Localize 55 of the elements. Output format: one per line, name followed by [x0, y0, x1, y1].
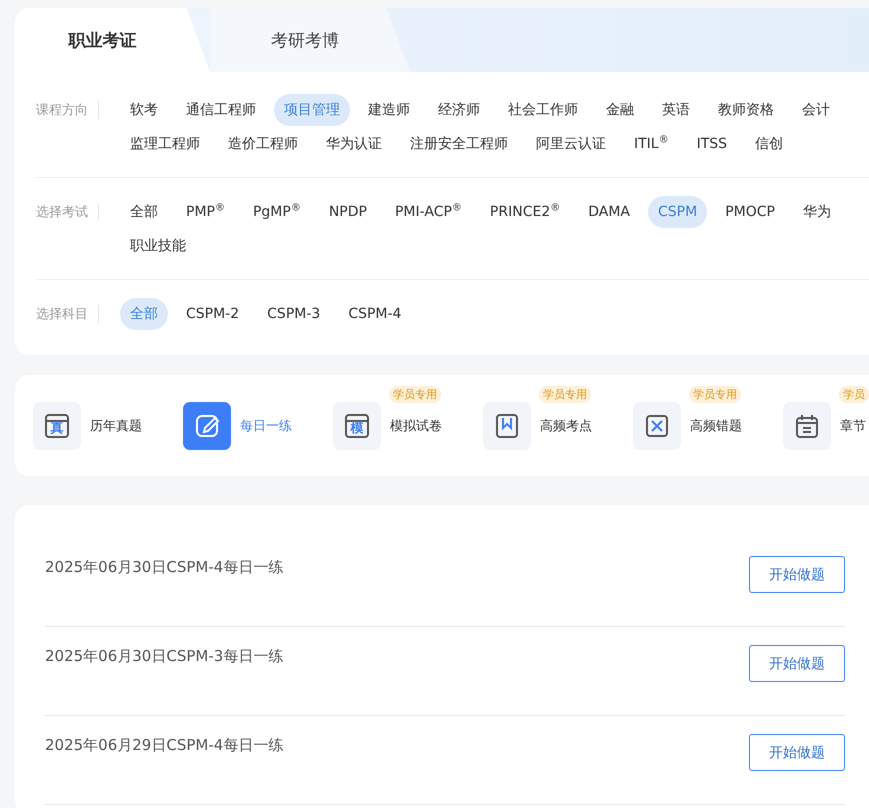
- member-badge: 学员专用: [689, 386, 741, 402]
- member-badge: 学员专用: [389, 386, 441, 402]
- tool-label[interactable]: 每日一练: [240, 416, 292, 434]
- filter-option[interactable]: 阿里云认证: [526, 128, 616, 160]
- tool-button[interactable]: [483, 402, 531, 450]
- filter-option[interactable]: 造价工程师: [218, 128, 308, 160]
- filter-option[interactable]: 经济师: [428, 94, 490, 126]
- filter-option[interactable]: 通信工程师: [176, 94, 266, 126]
- tool-button[interactable]: [633, 402, 681, 450]
- filter-label: 课程方向: [36, 101, 99, 119]
- tool-label[interactable]: 章节: [840, 416, 866, 434]
- filter-option[interactable]: DAMA: [578, 196, 640, 228]
- tab[interactable]: 考研考博: [210, 8, 410, 72]
- filter-option[interactable]: PMOCP: [715, 196, 785, 228]
- filter-option[interactable]: 建造师: [358, 94, 420, 126]
- filter-option[interactable]: 社会工作师: [498, 94, 588, 126]
- filter-option[interactable]: PMP$^{®}$: [176, 196, 235, 228]
- filter-option[interactable]: CSPM-2: [176, 298, 250, 330]
- filter-option[interactable]: 职业技能: [120, 230, 196, 262]
- filter-option[interactable]: 注册安全工程师: [400, 128, 518, 160]
- member-badge: 学员: [839, 386, 869, 402]
- filter-label: 选择考试: [36, 203, 99, 221]
- exercise-title: 2025年06月30日CSPM-3每日一练: [45, 647, 284, 666]
- filter-option[interactable]: CSPM-4: [338, 298, 412, 330]
- filter-option[interactable]: CSPM-3: [257, 298, 330, 330]
- tool-label[interactable]: 模拟试卷: [390, 416, 442, 434]
- tool-button[interactable]: [183, 402, 231, 450]
- filter-option[interactable]: 全部: [120, 196, 168, 228]
- filter-option[interactable]: 华为: [792, 196, 841, 228]
- filter-option[interactable]: 会计: [792, 94, 840, 126]
- tool-button[interactable]: [783, 402, 831, 450]
- filter-option[interactable]: 监理工程师: [120, 128, 210, 160]
- filter-option[interactable]: 软考: [120, 94, 168, 126]
- tool-label[interactable]: 高频考点: [540, 416, 592, 434]
- filter-option[interactable]: ITSS: [686, 128, 738, 160]
- filter-option[interactable]: ITIL$^{®}$: [624, 128, 679, 160]
- exercise-title: 2025年06月30日CSPM-4每日一练: [45, 558, 284, 577]
- filter-label: 选择科目: [36, 305, 99, 323]
- filter-option[interactable]: 华为认证: [316, 128, 392, 160]
- filter-option[interactable]: PgMP$^{®}$: [242, 196, 311, 228]
- tool-label[interactable]: 历年真题: [90, 416, 142, 434]
- member-badge: 学员专用: [539, 386, 591, 402]
- filter-option[interactable]: PMI-ACP$^{®}$: [384, 196, 472, 228]
- start-button[interactable]: 开始做题: [749, 734, 845, 771]
- filter-option[interactable]: 英语: [652, 94, 700, 126]
- start-button[interactable]: 开始做题: [749, 556, 845, 593]
- filter-option[interactable]: 信创: [745, 128, 794, 160]
- filter-option[interactable]: 教师资格: [708, 94, 784, 126]
- filter-option[interactable]: 金融: [596, 94, 644, 126]
- filter-option[interactable]: PRINCE2$^{®}$: [480, 196, 570, 228]
- exercise-title: 2025年06月29日CSPM-4每日一练: [45, 736, 284, 755]
- start-button[interactable]: 开始做题: [749, 645, 845, 682]
- filter-option[interactable]: NPDP: [318, 196, 377, 228]
- tab[interactable]: 职业考证: [15, 8, 210, 72]
- tool-label[interactable]: 高频错题: [690, 416, 742, 434]
